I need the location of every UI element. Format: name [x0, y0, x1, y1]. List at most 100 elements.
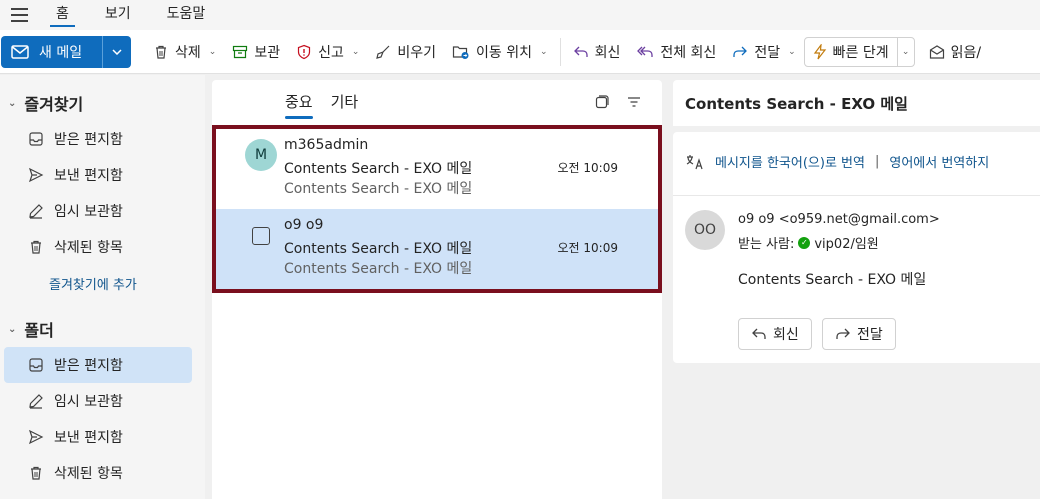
sidebar-item-deleted[interactable]: 삭제된 항목: [4, 229, 192, 265]
reply-button[interactable]: 회신: [738, 318, 812, 350]
translate-separator: |: [874, 154, 880, 169]
translate-link[interactable]: 메시지를 한국어(으)로 번역: [715, 152, 865, 171]
new-mail-button[interactable]: 새 메일: [1, 35, 102, 68]
avatar: M: [245, 139, 277, 171]
sweep-button[interactable]: 비우기: [367, 36, 444, 68]
send-icon: [28, 167, 44, 183]
trash-icon: [153, 44, 169, 60]
sidebar-item-inbox[interactable]: 받은 편지함: [4, 347, 192, 383]
read-unread-label: 읽음/: [950, 44, 982, 61]
reply-all-button[interactable]: 전체 회신: [628, 36, 724, 68]
sidebar-item-label: 삭제된 항목: [54, 240, 123, 256]
read-unread-button[interactable]: 읽음/: [921, 36, 989, 68]
list-item[interactable]: o9 o9 Contents Search - EXO 메일 Contents …: [216, 209, 658, 289]
tab-help[interactable]: 도움말: [149, 0, 224, 30]
broom-icon: [375, 44, 391, 60]
chevron-down-icon: ⌄: [901, 46, 910, 57]
chevron-down-icon: ⌄: [208, 46, 217, 57]
delete-button[interactable]: 삭제 ⌄: [145, 36, 224, 68]
sidebar-item-drafts[interactable]: 임시 보관함: [4, 383, 192, 419]
message-sender: m365admin: [284, 137, 369, 153]
favorites-header[interactable]: ⌄ 즐겨찾기: [0, 85, 205, 121]
message-time: 오전 10:09: [557, 161, 618, 175]
forward-label: 전달: [754, 44, 781, 61]
forward-button[interactable]: 전달 ⌄: [724, 36, 803, 68]
select-mode-icon[interactable]: [594, 94, 610, 110]
envelope-open-icon: [929, 44, 945, 60]
sidebar-item-label: 받은 편지함: [54, 132, 123, 148]
chevron-down-icon: ⌄: [351, 46, 360, 57]
sidebar-item-sent[interactable]: 보낸 편지함: [4, 157, 192, 193]
report-button[interactable]: 신고 ⌄: [288, 36, 367, 68]
chevron-down-icon: [112, 48, 122, 55]
tab-other[interactable]: 기타: [331, 80, 359, 125]
folders-header[interactable]: ⌄ 폴더: [0, 311, 205, 347]
lightning-icon: [813, 43, 827, 60]
quick-steps-dropdown[interactable]: ⌄: [898, 47, 914, 57]
sidebar-item-drafts[interactable]: 임시 보관함: [4, 193, 192, 229]
never-translate-link[interactable]: 영어에서 번역하지: [889, 152, 989, 171]
sidebar-item-label: 보낸 편지함: [54, 168, 123, 184]
tab-focused[interactable]: 중요: [285, 80, 313, 125]
trash-icon: [28, 239, 44, 255]
pencil-icon: [28, 203, 44, 219]
select-checkbox[interactable]: [252, 227, 270, 245]
sidebar-item-deleted[interactable]: 삭제된 항목: [4, 455, 192, 491]
translate-bar: 메시지를 한국어(으)로 번역 | 영어에서 번역하지: [685, 152, 989, 171]
reply-label: 회신: [594, 44, 621, 61]
pencil-icon: [28, 393, 44, 409]
sidebar-item-label: 임시 보관함: [54, 394, 123, 410]
trash-icon: [28, 465, 44, 481]
list-item[interactable]: M m365admin Contents Search - EXO 메일 Con…: [216, 129, 658, 209]
send-icon: [28, 429, 44, 445]
message-subject: Contents Search - EXO 메일: [284, 161, 473, 177]
recipient-name[interactable]: vip02/임원: [814, 233, 878, 252]
folder-move-icon: [452, 44, 470, 60]
top-menu-bar: 홈 보기 도움말: [0, 0, 1040, 30]
tab-home[interactable]: 홈: [38, 0, 87, 30]
archive-button[interactable]: 보관: [224, 36, 288, 68]
new-mail-label: 새 메일: [39, 44, 83, 61]
message-sender: o9 o9: [284, 217, 324, 233]
folders-title: 폴더: [24, 321, 54, 340]
move-to-button[interactable]: 이동 위치 ⌄: [444, 36, 556, 68]
quick-steps-label: 빠른 단계: [832, 44, 889, 61]
message-title: Contents Search - EXO 메일: [673, 80, 1040, 126]
tab-view[interactable]: 보기: [87, 0, 149, 30]
ribbon-divider: [559, 37, 561, 66]
sidebar-item-inbox[interactable]: 받은 편지함: [4, 121, 192, 157]
folder-pane: ⌄ 즐겨찾기 받은 편지함 보낸 편지함 임시 보관함 삭제된 항목 즐겨찾기에…: [0, 75, 205, 499]
reply-all-icon: [636, 44, 654, 60]
sidebar-item-label: 임시 보관함: [54, 204, 123, 220]
add-to-favorites-link[interactable]: 즐겨찾기에 추가: [4, 265, 192, 301]
reply-all-label: 전체 회신: [660, 44, 717, 61]
sidebar-item-sent[interactable]: 보낸 편지함: [4, 419, 192, 455]
message-card: 메시지를 한국어(으)로 번역 | 영어에서 번역하지 OO o9 o9 <o9…: [673, 132, 1040, 363]
translate-icon: [685, 153, 705, 171]
inbox-icon: [28, 131, 44, 147]
forward-button[interactable]: 전달: [822, 318, 896, 350]
chevron-down-icon: ⌄: [788, 46, 796, 57]
new-mail-dropdown[interactable]: [102, 35, 131, 68]
ribbon-divider: [135, 38, 141, 66]
sidebar-item-label: 삭제된 항목: [54, 466, 123, 482]
archive-label: 보관: [254, 44, 281, 61]
reply-button[interactable]: 회신: [565, 36, 629, 68]
hamburger-menu-icon[interactable]: [0, 0, 38, 30]
filter-icon[interactable]: [626, 94, 642, 110]
quick-steps-button[interactable]: 빠른 단계: [805, 37, 898, 66]
sender-address: o9 o9 <o959.net@gmail.com>: [738, 212, 940, 227]
sidebar-item-label: 보낸 편지함: [54, 430, 123, 446]
sender-avatar: OO: [685, 210, 725, 250]
list-tools: [594, 94, 642, 110]
message-time: 오전 10:09: [557, 241, 618, 255]
collapse-chevron-icon: ⌄: [8, 97, 17, 109]
forward-arrow-icon: [835, 326, 851, 342]
message-body: Contents Search - EXO 메일: [738, 272, 927, 288]
forward-arrow-icon: [732, 44, 748, 60]
reply-label: 회신: [773, 327, 799, 343]
message-subject: Contents Search - EXO 메일: [284, 241, 473, 257]
reply-arrow-icon: [573, 44, 589, 60]
sidebar-item-label: 받은 편지함: [54, 358, 123, 374]
chevron-down-icon: ⌄: [540, 46, 548, 57]
